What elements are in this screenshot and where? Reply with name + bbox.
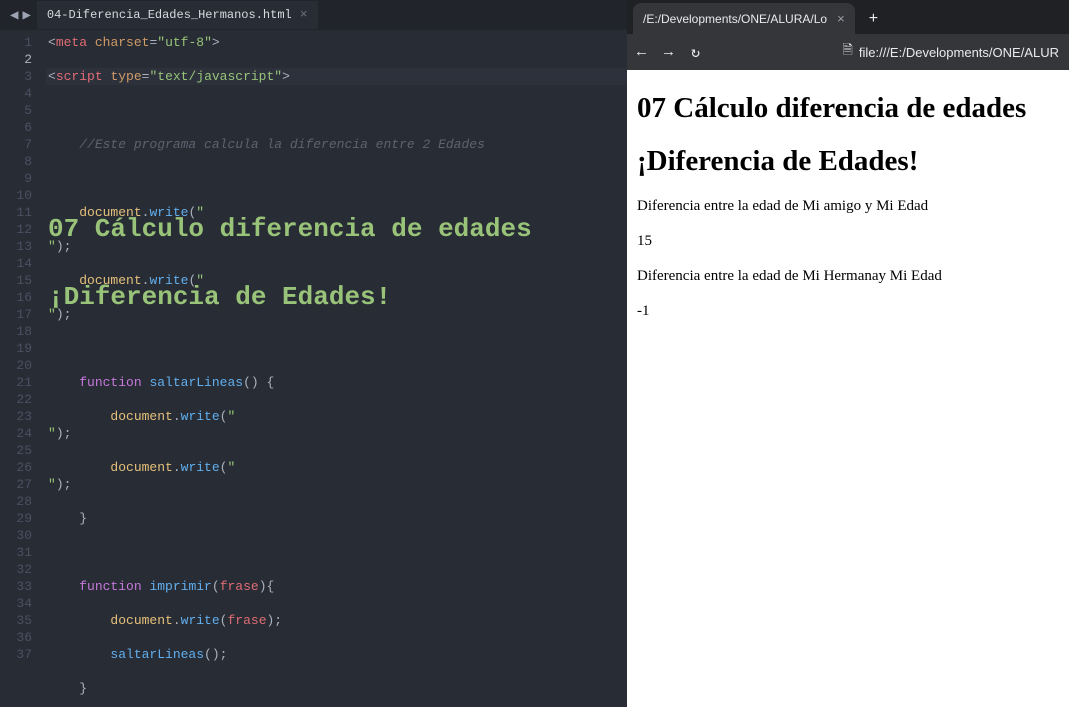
- editor-tab-bar: ◀ ▶ 04-Diferencia_Edades_Hermanos.html ×: [0, 0, 627, 30]
- reload-icon[interactable]: ↻: [691, 43, 700, 62]
- close-icon[interactable]: ×: [300, 7, 308, 22]
- url-bar[interactable]: 🗎 file:///E:/Developments/ONE/ALUR: [842, 41, 1059, 63]
- output-line: -1: [637, 303, 1059, 320]
- close-icon[interactable]: ×: [837, 11, 845, 26]
- code-content[interactable]: <meta charset="utf-8"> <script type="tex…: [46, 30, 627, 707]
- editor-pane: ◀ ▶ 04-Diferencia_Edades_Hermanos.html ×…: [0, 0, 627, 707]
- browser-tab-bar: /E:/Developments/ONE/ALURA/Lo × +: [627, 0, 1069, 34]
- line-gutter: 1234567891011121314151617181920212223242…: [0, 30, 46, 707]
- page-heading-2: ¡Diferencia de Edades!: [637, 145, 1059, 178]
- page-heading-1: 07 Cálculo diferencia de edades: [637, 92, 1059, 125]
- browser-content: 07 Cálculo diferencia de edades ¡Diferen…: [627, 70, 1069, 707]
- editor-tab-title: 04-Diferencia_Edades_Hermanos.html: [47, 8, 292, 22]
- url-text: file:///E:/Developments/ONE/ALUR: [859, 45, 1059, 60]
- output-line: Diferencia entre la edad de Mi amigo y M…: [637, 198, 1059, 215]
- nav-back-icon[interactable]: ◀: [10, 7, 18, 24]
- editor-nav: ◀ ▶: [4, 7, 37, 24]
- back-icon[interactable]: ←: [637, 44, 646, 61]
- browser-tab[interactable]: /E:/Developments/ONE/ALURA/Lo ×: [633, 3, 855, 34]
- file-icon: 🗎: [842, 41, 852, 63]
- output-line: Diferencia entre la edad de Mi Hermanay …: [637, 268, 1059, 285]
- browser-tab-title: /E:/Developments/ONE/ALURA/Lo: [643, 12, 827, 26]
- new-tab-button[interactable]: +: [861, 4, 887, 34]
- browser-pane: /E:/Developments/ONE/ALURA/Lo × + ← → ↻ …: [627, 0, 1069, 707]
- output-line: 15: [637, 233, 1059, 250]
- editor-tab[interactable]: 04-Diferencia_Edades_Hermanos.html ×: [37, 1, 318, 29]
- nav-fwd-icon[interactable]: ▶: [22, 7, 30, 24]
- forward-icon[interactable]: →: [664, 44, 673, 61]
- code-area: 1234567891011121314151617181920212223242…: [0, 30, 627, 707]
- browser-toolbar: ← → ↻ 🗎 file:///E:/Developments/ONE/ALUR: [627, 34, 1069, 70]
